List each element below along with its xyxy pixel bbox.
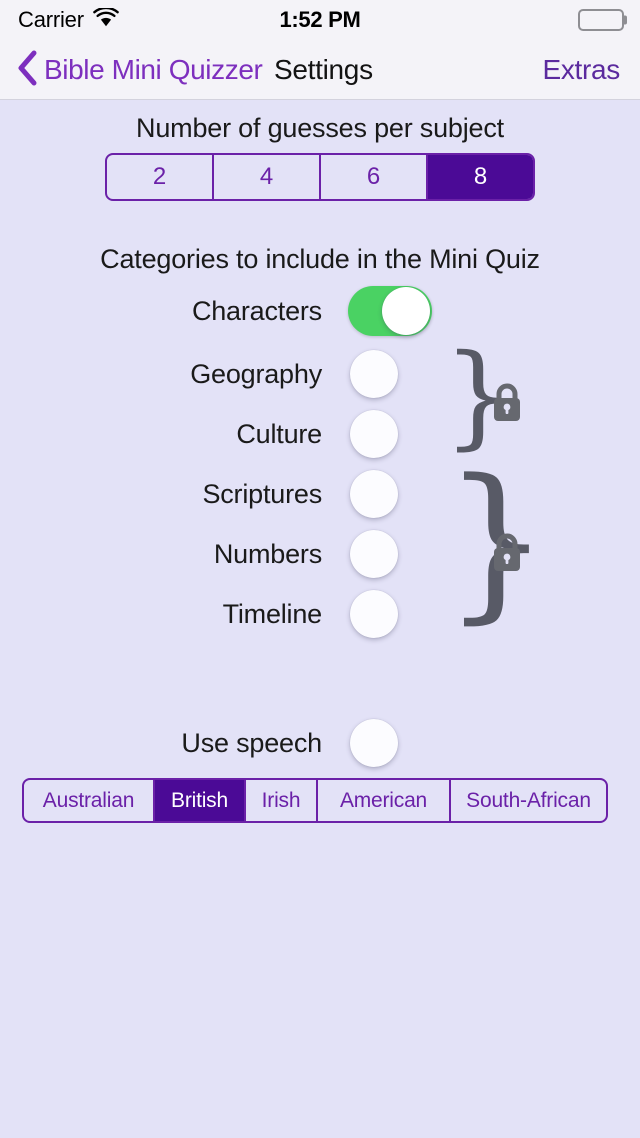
chevron-left-icon bbox=[16, 50, 38, 91]
category-row-timeline: Timeline bbox=[0, 584, 640, 644]
category-label-geography: Geography bbox=[190, 358, 322, 389]
accent-segment-australian[interactable]: Australian bbox=[24, 780, 155, 821]
category-toggle-numbers[interactable] bbox=[348, 529, 432, 579]
lock-closed-icon-group-2 bbox=[489, 532, 525, 579]
category-toggle-timeline[interactable] bbox=[348, 589, 432, 639]
accent-segmented-control[interactable]: Australian British Irish American South-… bbox=[22, 778, 608, 823]
category-toggle-scriptures[interactable] bbox=[348, 469, 432, 519]
category-label-timeline: Timeline bbox=[222, 598, 323, 629]
category-label-culture: Culture bbox=[236, 418, 322, 449]
guesses-segment-6[interactable]: 6 bbox=[321, 155, 428, 199]
status-bar-clock: 1:52 PM bbox=[279, 7, 361, 32]
accent-segment-south-african[interactable]: South-African bbox=[451, 780, 606, 821]
category-toggle-geography[interactable] bbox=[348, 349, 432, 399]
back-button-label: Bible Mini Quizzer bbox=[44, 53, 263, 85]
guesses-section-heading: Number of guesses per subject bbox=[136, 113, 504, 143]
navigation-bar: Bible Mini Quizzer Settings Extras bbox=[0, 40, 640, 100]
guesses-segment-4[interactable]: 4 bbox=[214, 155, 321, 199]
category-toggle-culture[interactable] bbox=[348, 409, 432, 459]
category-toggle-characters[interactable] bbox=[348, 286, 432, 336]
settings-content: Number of guesses per subject 2 4 6 8 Ca… bbox=[0, 101, 640, 1138]
accent-segment-american[interactable]: American bbox=[318, 780, 451, 821]
category-label-numbers: Numbers bbox=[213, 538, 322, 569]
speech-label: Use speech bbox=[181, 727, 322, 758]
category-row-culture: Culture bbox=[0, 404, 640, 464]
accent-segment-british[interactable]: British bbox=[155, 780, 246, 821]
lock-closed-icon-group-1 bbox=[489, 382, 525, 429]
categories-section-heading: Categories to include in the Mini Quiz bbox=[100, 244, 540, 274]
category-label-scriptures: Scriptures bbox=[202, 478, 322, 509]
back-button[interactable]: Bible Mini Quizzer bbox=[16, 49, 263, 91]
page-title: Settings bbox=[274, 53, 373, 85]
battery-full-icon bbox=[578, 9, 627, 31]
category-row-scriptures: Scriptures bbox=[0, 464, 640, 524]
guesses-segment-8[interactable]: 8 bbox=[428, 155, 533, 199]
category-label-characters: Characters bbox=[191, 295, 322, 326]
speech-toggle[interactable] bbox=[348, 718, 432, 768]
category-row-numbers: Numbers bbox=[0, 524, 640, 584]
speech-row: Use speech bbox=[0, 713, 640, 773]
status-bar: Carrier 1:52 PM bbox=[0, 0, 640, 40]
guesses-segmented-control[interactable]: 2 4 6 8 bbox=[105, 153, 535, 201]
guesses-segment-2[interactable]: 2 bbox=[107, 155, 214, 199]
category-row-characters: Characters bbox=[0, 281, 640, 341]
category-row-geography: Geography bbox=[0, 344, 640, 404]
accent-segment-irish[interactable]: Irish bbox=[246, 780, 318, 821]
status-bar-right bbox=[578, 9, 627, 31]
extras-button[interactable]: Extras bbox=[542, 54, 620, 86]
